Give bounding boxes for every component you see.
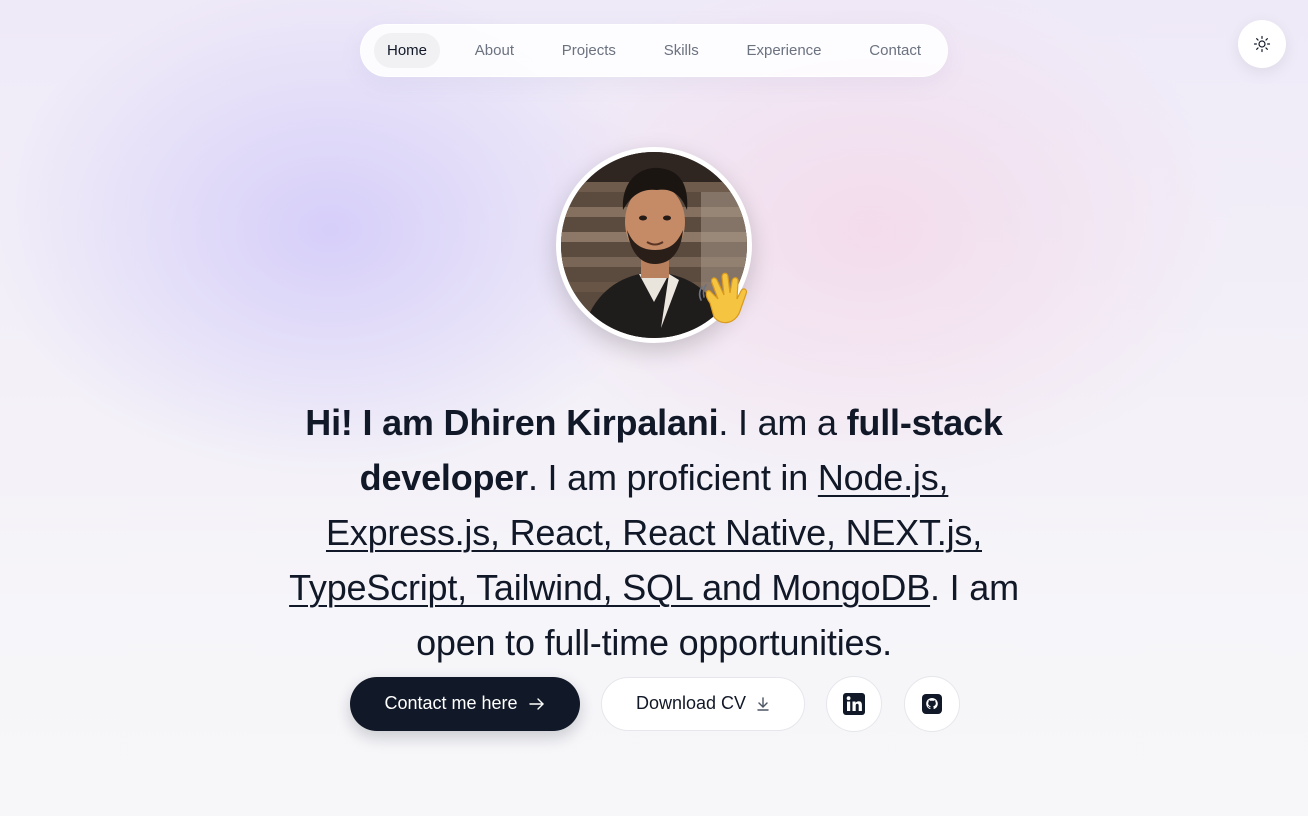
theme-toggle-button[interactable] xyxy=(1238,20,1286,68)
waving-hand-icon xyxy=(698,272,748,324)
arrow-right-icon xyxy=(528,697,544,710)
linkedin-button[interactable] xyxy=(826,675,882,732)
download-cv-label: Download CV xyxy=(635,693,747,713)
nav-item-about[interactable]: About xyxy=(462,33,527,68)
linkedin-icon xyxy=(843,692,865,715)
download-cv-button[interactable]: Download CV xyxy=(601,676,805,731)
github-icon xyxy=(922,693,942,714)
contact-me-button[interactable]: Contact me here xyxy=(350,676,580,731)
hero-intro: Hi! I am Dhiren Kirpalani. I am a full-s… xyxy=(268,395,1040,670)
intro-separator-1: . I am a xyxy=(718,402,847,443)
nav-item-experience[interactable]: Experience xyxy=(733,33,834,68)
nav-item-skills[interactable]: Skills xyxy=(651,33,712,68)
contact-me-label: Contact me here xyxy=(384,693,518,713)
main-navigation: Home About Projects Skills Experience Co… xyxy=(360,24,948,77)
nav-item-home[interactable]: Home xyxy=(374,33,441,68)
nav-item-contact[interactable]: Contact xyxy=(856,33,934,68)
intro-greeting: Hi! I am Dhiren Kirpalani xyxy=(305,402,719,443)
hero-actions: Contact me here Download CV xyxy=(350,675,960,732)
avatar-container xyxy=(556,147,752,343)
download-icon xyxy=(757,696,769,711)
github-button[interactable] xyxy=(904,675,960,732)
nav-item-projects[interactable]: Projects xyxy=(549,33,629,68)
intro-separator-2: . I am proficient in xyxy=(527,457,818,498)
sun-icon xyxy=(1253,35,1271,53)
